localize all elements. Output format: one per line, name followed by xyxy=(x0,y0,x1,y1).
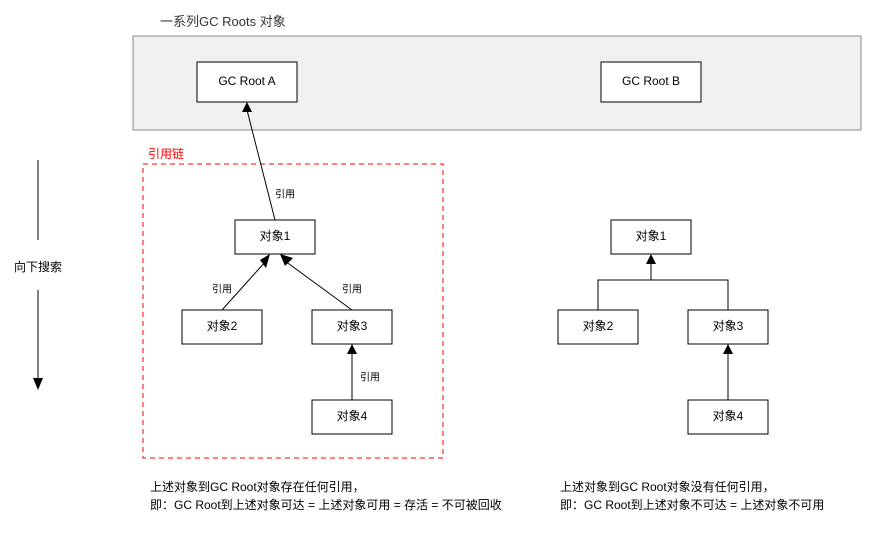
left-edge-obj1-root-label: 引用 xyxy=(275,189,295,201)
right-arrow-obj4-obj3 xyxy=(723,344,733,354)
right-obj3-label: 对象3 xyxy=(713,319,744,333)
left-edge-obj4-obj3-label: 引用 xyxy=(360,372,380,384)
left-obj1-label: 对象1 xyxy=(260,229,291,243)
left-arrow-obj3-obj1 xyxy=(280,254,293,266)
left-caption-2: 即：GC Root到上述对象可达 = 上述对象可用 = 存活 = 不可被回收 xyxy=(150,498,502,512)
search-down-label: 向下搜索 xyxy=(14,259,62,274)
diagram-title: 一系列GC Roots 对象 xyxy=(160,14,286,29)
right-obj4-label: 对象4 xyxy=(713,409,744,423)
right-edge-obj3-obj1 xyxy=(651,280,728,310)
left-arrow-obj4-obj3 xyxy=(347,344,357,354)
right-arrow-obj2-obj1 xyxy=(646,254,656,264)
left-caption-1: 上述对象到GC Root对象存在任何引用， xyxy=(150,480,365,494)
left-obj2-label: 对象2 xyxy=(207,319,238,333)
right-caption-2: 即：GC Root到上述对象不可达 = 上述对象不可用 xyxy=(560,498,824,512)
right-edge-obj2-obj1 xyxy=(598,262,651,310)
ref-chain-label: 引用链 xyxy=(148,146,184,161)
left-edge-obj2-obj1-label: 引用 xyxy=(212,284,232,296)
gc-roots-diagram: 一系列GC Roots 对象 GC Root A GC Root B 引用链 对… xyxy=(0,0,876,540)
left-obj3-label: 对象3 xyxy=(337,319,368,333)
right-obj2-label: 对象2 xyxy=(583,319,614,333)
left-obj4-label: 对象4 xyxy=(337,409,368,423)
left-edge-obj3-obj1-label: 引用 xyxy=(342,284,362,296)
search-down-arrowhead xyxy=(33,378,43,390)
gc-root-a-label: GC Root A xyxy=(218,74,275,88)
right-obj1-label: 对象1 xyxy=(636,229,667,243)
right-caption-1: 上述对象到GC Root对象没有任何引用， xyxy=(560,479,775,494)
gc-root-b-label: GC Root B xyxy=(622,74,680,88)
